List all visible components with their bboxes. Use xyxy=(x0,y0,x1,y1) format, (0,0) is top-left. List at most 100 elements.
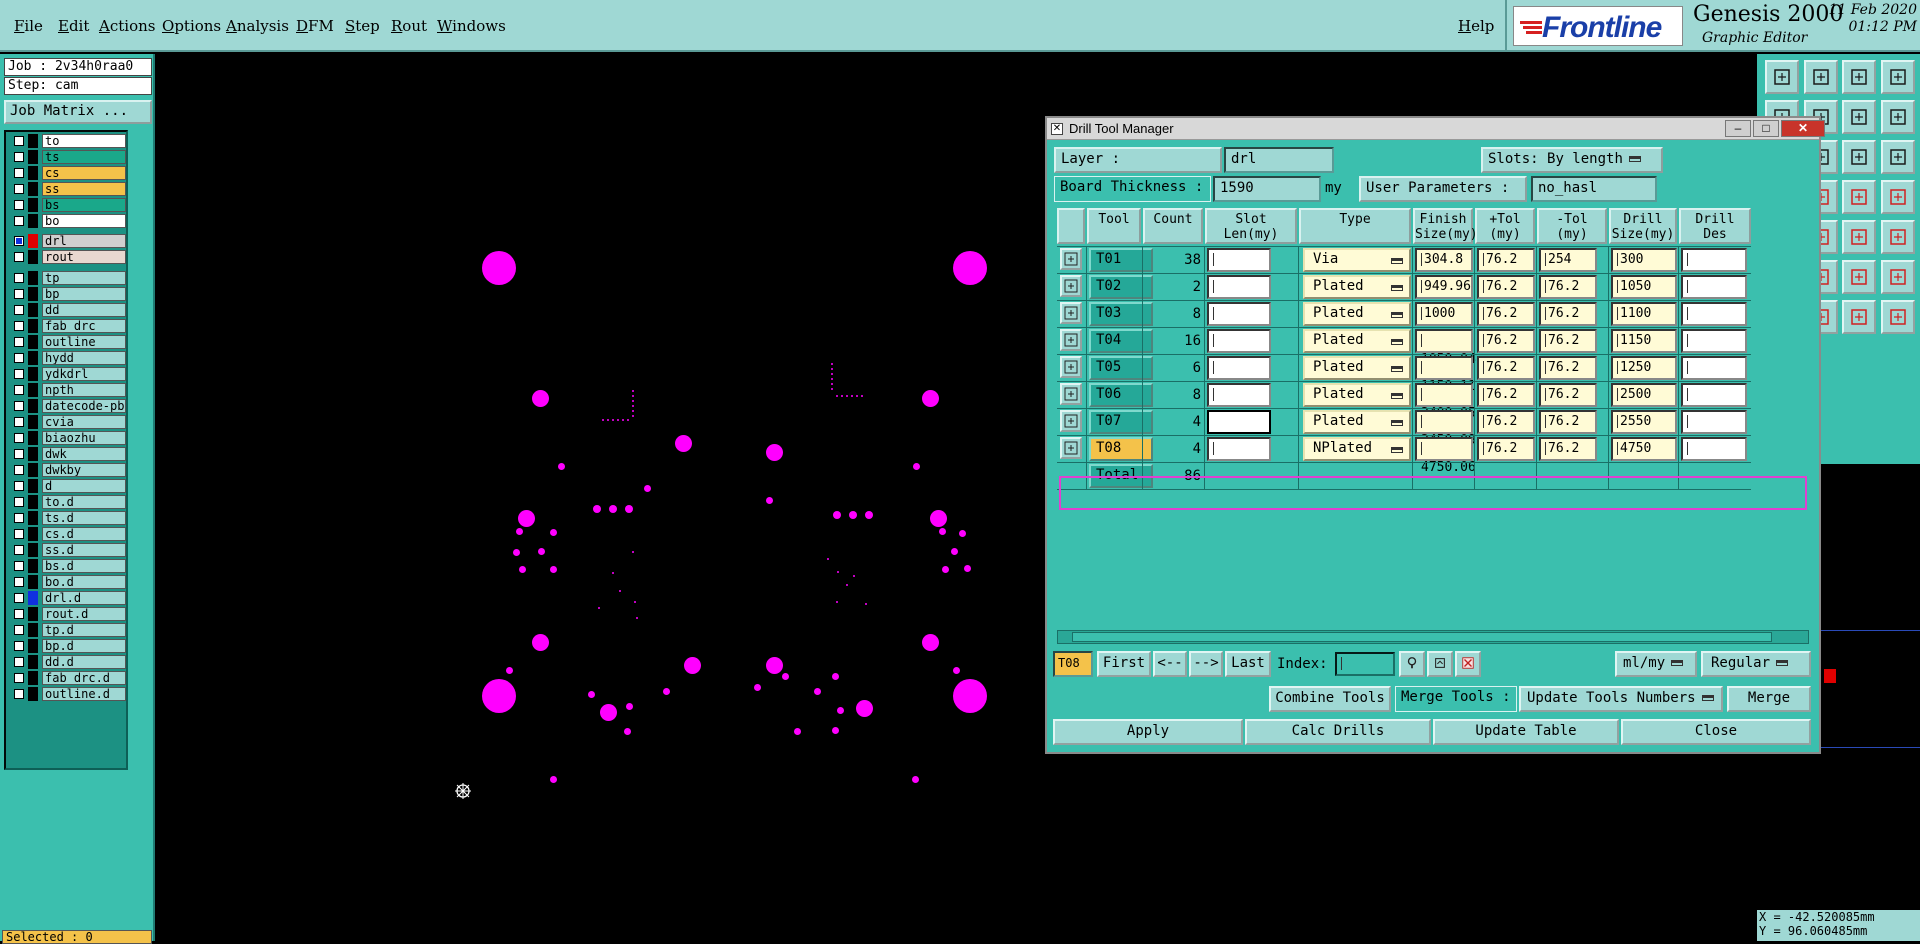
layer-checkbox[interactable] xyxy=(14,673,24,683)
units-selector[interactable]: ml/my xyxy=(1615,651,1697,677)
drill-des-input[interactable] xyxy=(1681,248,1747,272)
drill-size-input[interactable]: 2550 xyxy=(1611,410,1677,434)
layer-checkbox[interactable] xyxy=(14,152,24,162)
drill-size-input[interactable]: 2500 xyxy=(1611,383,1677,407)
drill-size-input[interactable]: 1050 xyxy=(1611,275,1677,299)
layer-row[interactable]: cs.d xyxy=(8,527,128,541)
layer-row[interactable]: bp xyxy=(8,287,128,301)
layer-row[interactable]: bp.d xyxy=(8,639,128,653)
layer-row[interactable]: fab_drc xyxy=(8,319,128,333)
combine-tools-button[interactable]: Combine Tools xyxy=(1269,686,1391,712)
minus-tol-input[interactable]: 76.2 xyxy=(1539,383,1597,407)
toolbar-button-import[interactable] xyxy=(1804,60,1838,94)
finish-size-input[interactable]: 1050.04 xyxy=(1415,329,1476,367)
plus-tol-input[interactable]: 76.2 xyxy=(1477,383,1535,407)
layer-checkbox[interactable] xyxy=(14,401,24,411)
toolbar-button-home[interactable] xyxy=(1842,60,1876,94)
layer-row[interactable]: fab_drc.d xyxy=(8,671,128,685)
slot-length-input[interactable] xyxy=(1207,248,1271,272)
layer-row[interactable]: tp xyxy=(8,271,128,285)
next-button[interactable]: --> xyxy=(1189,651,1223,677)
layer-row[interactable]: biaozhu xyxy=(8,431,128,445)
layer-checkbox[interactable] xyxy=(14,529,24,539)
layer-row[interactable]: npth xyxy=(8,383,128,397)
layer-field[interactable]: drl xyxy=(1224,147,1334,173)
layer-row[interactable]: dd xyxy=(8,303,128,317)
toolbar-button-rotate[interactable] xyxy=(1881,220,1915,254)
layer-checkbox[interactable] xyxy=(14,252,24,262)
menu-windows[interactable]: Windows xyxy=(437,17,506,35)
finish-size-input[interactable]: 2450.09 xyxy=(1415,410,1476,448)
minus-tol-input[interactable]: 76.2 xyxy=(1539,302,1597,326)
plus-tol-input[interactable]: 76.2 xyxy=(1477,302,1535,326)
layer-checkbox[interactable] xyxy=(14,433,24,443)
layer-checkbox[interactable] xyxy=(14,273,24,283)
toolbar-button-pad[interactable] xyxy=(1881,260,1915,294)
job-matrix-button[interactable]: Job Matrix ... xyxy=(4,100,152,124)
drill-des-input[interactable] xyxy=(1681,302,1747,326)
layer-checkbox[interactable] xyxy=(14,200,24,210)
layer-checkbox[interactable] xyxy=(14,184,24,194)
menu-help[interactable]: Help xyxy=(1458,17,1494,35)
drill-des-input[interactable] xyxy=(1681,437,1747,461)
layer-row[interactable]: bo xyxy=(8,214,128,228)
layer-row[interactable]: outline.d xyxy=(8,687,128,701)
layer-row[interactable]: drl xyxy=(8,234,128,248)
toolbar-button-dot[interactable] xyxy=(1881,180,1915,214)
plus-tol-input[interactable]: 76.2 xyxy=(1477,410,1535,434)
layer-checkbox[interactable] xyxy=(14,513,24,523)
toolbar-button-export[interactable] xyxy=(1765,60,1799,94)
slot-length-input[interactable] xyxy=(1207,410,1271,434)
drill-size-input[interactable]: 4750 xyxy=(1611,437,1677,461)
layer-checkbox[interactable] xyxy=(14,465,24,475)
menu-rout[interactable]: Rout xyxy=(391,17,427,35)
layer-row[interactable]: d xyxy=(8,479,128,493)
plus-tol-input[interactable]: 76.2 xyxy=(1477,329,1535,353)
apply-button[interactable]: Apply xyxy=(1053,719,1243,745)
layer-checkbox[interactable] xyxy=(14,449,24,459)
toolbar-button-pointer[interactable] xyxy=(1881,300,1915,334)
row-expand-button[interactable] xyxy=(1060,356,1082,378)
layer-row[interactable]: bs xyxy=(8,198,128,212)
layer-row[interactable]: dwkby xyxy=(8,463,128,477)
row-expand-button[interactable] xyxy=(1060,329,1082,351)
minus-tol-input[interactable]: 76.2 xyxy=(1539,275,1597,299)
layer-checkbox[interactable] xyxy=(14,609,24,619)
slot-length-input[interactable] xyxy=(1207,275,1271,299)
layer-row[interactable]: to.d xyxy=(8,495,128,509)
finish-size-input[interactable]: 304.8 xyxy=(1415,248,1473,272)
layer-row[interactable]: drl.d xyxy=(8,591,128,605)
layer-checkbox[interactable] xyxy=(14,136,24,146)
layer-checkbox[interactable] xyxy=(14,321,24,331)
menu-edit[interactable]: Edit xyxy=(58,17,89,35)
finish-size-input[interactable]: 1000 xyxy=(1415,302,1473,326)
layer-checkbox[interactable] xyxy=(14,689,24,699)
tool-type-selector[interactable]: Plated xyxy=(1303,410,1411,434)
scrollbar-thumb[interactable] xyxy=(1072,632,1772,642)
layer-row[interactable]: dwk xyxy=(8,447,128,461)
slot-length-input[interactable] xyxy=(1207,302,1271,326)
minus-tol-input[interactable]: 76.2 xyxy=(1539,329,1597,353)
drill-des-input[interactable] xyxy=(1681,275,1747,299)
layer-row[interactable]: rout xyxy=(8,250,128,264)
user-parameters-button[interactable]: User Parameters : xyxy=(1359,176,1527,202)
toolbar-button-ruler[interactable] xyxy=(1842,180,1876,214)
plus-tol-input[interactable]: 76.2 xyxy=(1477,275,1535,299)
menu-actions[interactable]: Actions xyxy=(99,17,155,35)
layer-checkbox[interactable] xyxy=(14,593,24,603)
drill-des-input[interactable] xyxy=(1681,383,1747,407)
row-expand-button[interactable] xyxy=(1060,248,1082,270)
layer-checkbox[interactable] xyxy=(14,353,24,363)
layer-checkbox[interactable] xyxy=(14,641,24,651)
layer-row[interactable]: to xyxy=(8,134,128,148)
drill-size-input[interactable]: 1100 xyxy=(1611,302,1677,326)
delete-tool-button[interactable] xyxy=(1455,651,1481,677)
merge-tools-selector[interactable]: Update Tools Numbers xyxy=(1519,686,1723,712)
layer-checkbox[interactable] xyxy=(14,561,24,571)
layer-checkbox[interactable] xyxy=(14,236,24,246)
first-button[interactable]: First xyxy=(1097,651,1151,677)
close-window-button[interactable]: ✕ xyxy=(1781,120,1825,137)
toolbar-button-fill[interactable] xyxy=(1842,220,1876,254)
menu-options[interactable]: Options xyxy=(162,17,221,35)
toolbar-button-surface[interactable] xyxy=(1842,260,1876,294)
